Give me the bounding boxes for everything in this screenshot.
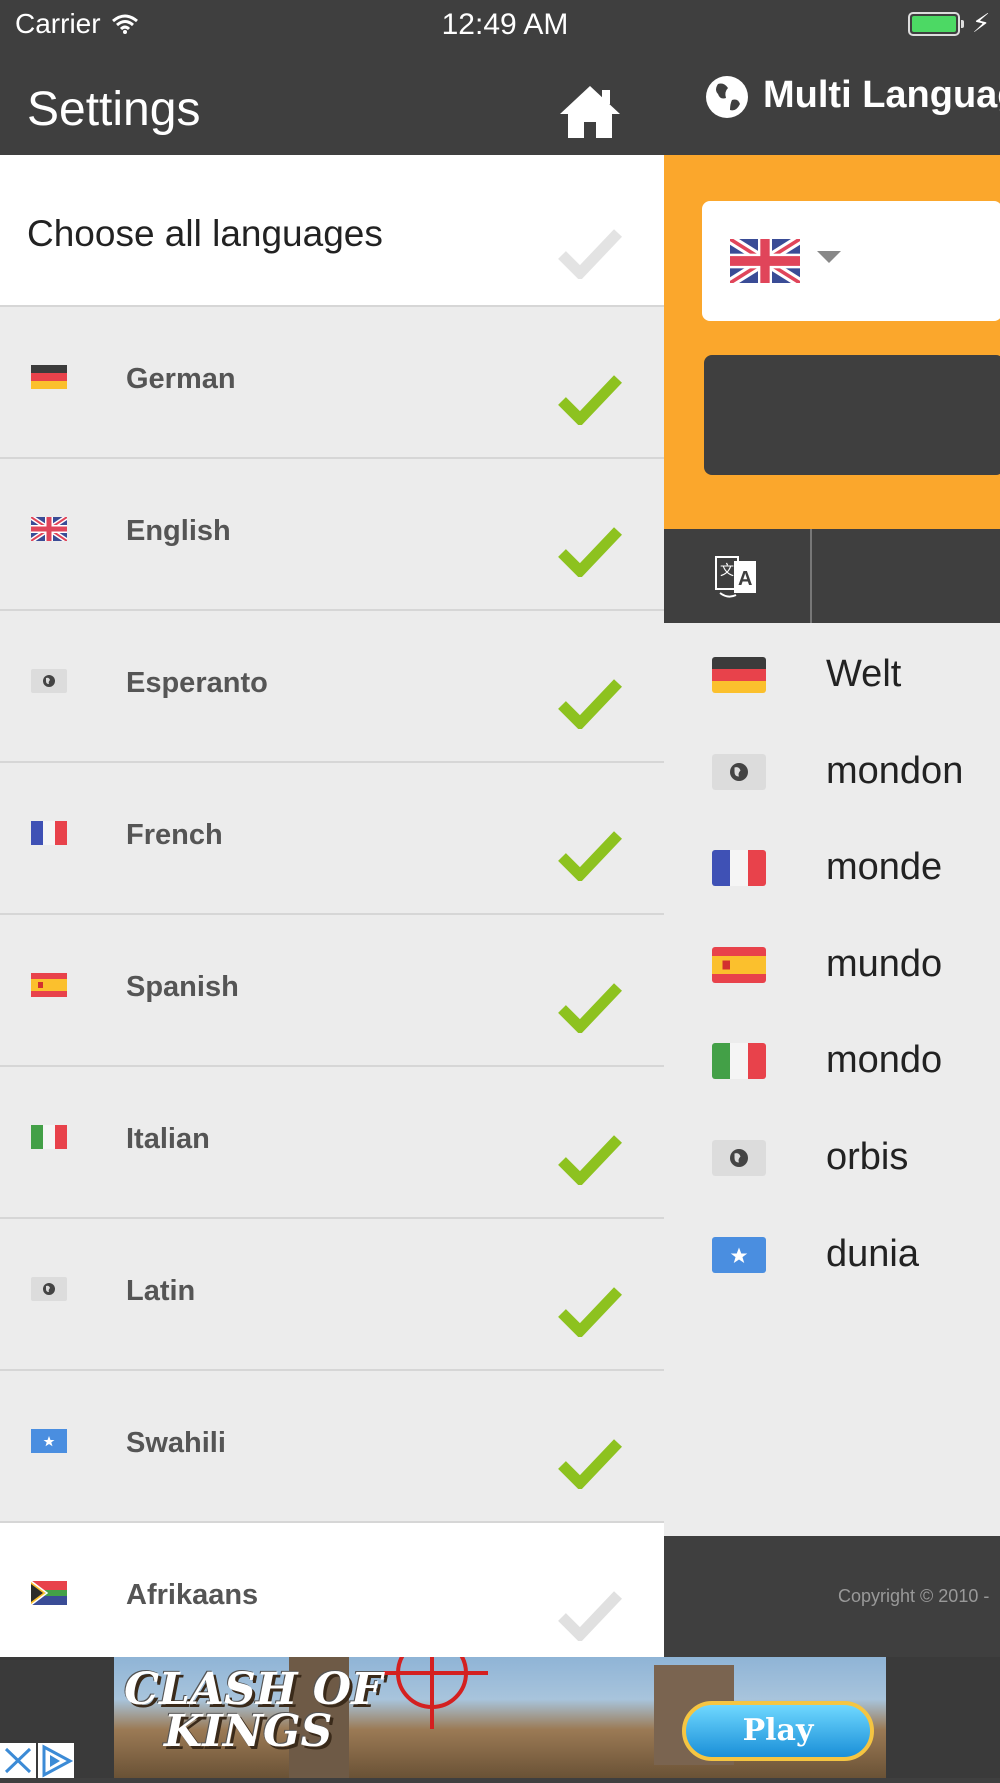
home-icon[interactable] <box>558 84 622 140</box>
spanish-flag-icon <box>31 973 67 997</box>
language-label: Latin <box>126 1275 196 1307</box>
close-icon <box>4 1747 32 1774</box>
globe-flag-icon <box>712 753 766 790</box>
translate-input[interactable] <box>704 355 1000 475</box>
checkmark-icon[interactable] <box>558 981 622 1033</box>
translation-result-row[interactable]: Welt <box>664 623 1000 719</box>
translate-form <box>664 155 1000 529</box>
choose-all-languages-row[interactable]: Choose all languages <box>0 155 664 307</box>
translated-word: dunia <box>826 1232 919 1275</box>
french-flag-icon <box>712 850 766 887</box>
uk-flag-icon <box>730 239 800 283</box>
ad-close-button[interactable] <box>0 1743 36 1778</box>
south-african-flag-icon <box>31 1581 67 1605</box>
translate-icon: A 文 <box>715 556 756 598</box>
language-row-spanish[interactable]: Spanish <box>0 915 664 1067</box>
ad-game-title: CLASH OF KINGS <box>124 1664 383 1757</box>
language-label: French <box>126 819 223 851</box>
checkmark-icon[interactable] <box>558 227 622 279</box>
language-row-english[interactable]: English <box>0 459 664 611</box>
source-language-select[interactable] <box>702 201 1000 321</box>
ad-image[interactable]: CLASH OF KINGS Play <box>114 1657 886 1778</box>
settings-header: Settings <box>0 50 664 155</box>
somali-flag-icon <box>712 1236 766 1273</box>
language-label: Afrikaans <box>126 1579 259 1611</box>
footer: Copyright © 2010 - <box>664 1536 1000 1657</box>
ad-banner[interactable]: CLASH OF KINGS Play <box>0 1657 1000 1778</box>
italian-flag-icon <box>31 1125 67 1149</box>
language-row-esperanto[interactable]: Esperanto <box>0 611 664 763</box>
german-flag-icon <box>31 365 67 389</box>
settings-drawer: Settings Choose all languages German Engl… <box>0 0 664 1675</box>
language-label: Italian <box>126 1123 210 1155</box>
language-label: English <box>126 515 231 547</box>
language-label: Swahili <box>126 1427 226 1459</box>
language-row-italian[interactable]: Italian <box>0 1067 664 1219</box>
translated-word: monde <box>826 846 943 889</box>
french-flag-icon <box>31 821 67 845</box>
language-row-afrikaans[interactable]: Afrikaans <box>0 1523 664 1675</box>
translated-word: Welt <box>826 653 902 695</box>
results-list: Welt mondon monde mundo mondo orbis dunia <box>664 623 1000 1536</box>
translated-word: orbis <box>826 1136 909 1178</box>
language-label: Esperanto <box>126 667 268 699</box>
globe-flag-icon <box>31 669 67 693</box>
translation-result-row[interactable]: mundo <box>664 913 1000 1009</box>
translation-result-row[interactable]: monde <box>664 816 1000 912</box>
translation-result-row[interactable]: mondon <box>664 720 1000 816</box>
crosshair-graphic <box>380 1657 488 1729</box>
translated-word: mundo <box>826 942 943 985</box>
language-label: German <box>126 363 236 395</box>
checkmark-icon[interactable] <box>558 1589 622 1641</box>
choose-all-label: Choose all languages <box>27 213 383 254</box>
translation-result-row[interactable]: dunia <box>664 1203 1000 1299</box>
globe-flag-icon <box>712 1140 766 1176</box>
ad-play-button[interactable]: Play <box>682 1701 874 1761</box>
ad-title-line: KINGS <box>164 1706 333 1757</box>
adchoices-icon <box>42 1744 74 1778</box>
somali-flag-icon <box>31 1429 67 1453</box>
app-header: Multi Languag <box>664 50 1000 155</box>
result-toolbar: A 文 <box>664 529 1000 623</box>
translated-word: mondon <box>826 749 964 792</box>
copyright-text: Copyright © 2010 - <box>838 1586 990 1606</box>
adchoices-button[interactable] <box>38 1743 74 1778</box>
language-row-french[interactable]: French <box>0 763 664 915</box>
settings-title: Settings <box>27 83 201 136</box>
svg-text:文: 文 <box>720 563 734 579</box>
checkmark-icon[interactable] <box>558 525 622 577</box>
translated-word: mondo <box>826 1039 943 1082</box>
svg-text:A: A <box>738 568 752 590</box>
checkmark-icon[interactable] <box>558 677 622 729</box>
language-row-swahili[interactable]: Swahili <box>0 1371 664 1523</box>
translation-result-row[interactable]: orbis <box>664 1106 1000 1202</box>
translate-button[interactable]: A 文 <box>664 529 812 623</box>
checkmark-icon[interactable] <box>558 373 622 425</box>
language-label: Spanish <box>126 971 239 1003</box>
checkmark-icon[interactable] <box>558 1133 622 1185</box>
translation-result-row[interactable]: mondo <box>664 1009 1000 1105</box>
globe-flag-icon <box>31 1277 67 1301</box>
uk-flag-icon <box>31 517 67 541</box>
checkmark-icon[interactable] <box>558 829 622 881</box>
language-row-latin[interactable]: Latin <box>0 1219 664 1371</box>
language-row-german[interactable]: German <box>0 307 664 459</box>
chevron-down-icon <box>817 251 841 263</box>
globe-logo-icon <box>706 76 748 118</box>
checkmark-icon[interactable] <box>558 1437 622 1489</box>
ad-title-line: CLASH OF <box>124 1664 383 1715</box>
checkmark-icon[interactable] <box>558 1285 622 1337</box>
main-translator-panel: Multi Languag A 文 Welt mondon monde mund… <box>664 0 1000 1657</box>
german-flag-icon <box>712 657 766 693</box>
app-brand-title: Multi Languag <box>763 74 1000 116</box>
spanish-flag-icon <box>712 946 766 983</box>
italian-flag-icon <box>712 1043 766 1080</box>
